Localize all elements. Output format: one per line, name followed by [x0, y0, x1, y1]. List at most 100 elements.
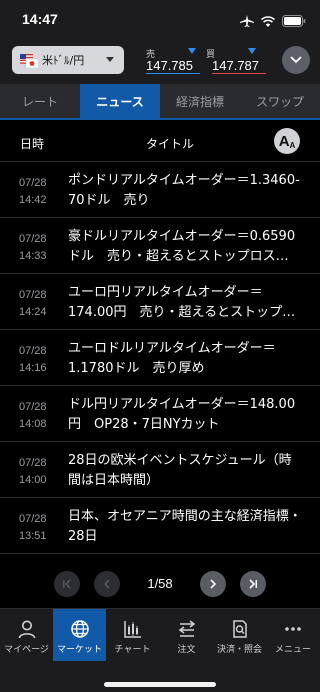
news-datetime: 07/28 14:33 — [19, 231, 47, 265]
news-datetime: 07/28 14:24 — [19, 287, 47, 321]
tab-economic-indicators[interactable]: 経済指標 — [160, 84, 240, 118]
tab-news[interactable]: ニュース — [80, 84, 160, 118]
nav-label: マイページ — [4, 645, 49, 655]
news-time: 14:00 — [19, 474, 47, 486]
nav-label: 注文 — [177, 645, 196, 655]
nav-label: マーケット — [56, 645, 102, 655]
news-date: 07/28 — [19, 345, 47, 357]
news-item[interactable]: 07/28 14:16 ユーロドルリアルタイムオーダー＝1.1780ドル 売り厚め — [0, 330, 320, 386]
tab-label: 経済指標 — [175, 94, 224, 109]
nav-chart[interactable]: チャート — [106, 609, 159, 661]
font-size-button[interactable]: AA — [274, 128, 300, 154]
expand-header-button[interactable] — [282, 46, 310, 74]
news-item[interactable]: 07/28 14:24 ユーロ円リアルタイムオーダー＝174.00円 売り・超える… — [0, 274, 320, 330]
news-title: 28日の欧米イベントスケジュール（時間は日本時間） — [68, 453, 292, 488]
chevron-left-icon — [103, 579, 110, 589]
news-item[interactable]: 07/28 14:08 ドル円リアルタイムオーダー＝148.00円 OP28・7日… — [0, 386, 320, 442]
news-time: 13:51 — [19, 530, 47, 542]
tab-label: スワップ — [255, 94, 304, 109]
news-date: 07/28 — [19, 289, 47, 301]
news-time: 14:24 — [19, 306, 47, 318]
news-item[interactable]: 07/28 14:00 28日の欧米イベントスケジュール（時間は日本時間） — [0, 442, 320, 498]
ask-price-block: 買 147.787 — [206, 42, 266, 78]
chevron-down-icon — [106, 57, 114, 62]
first-page-icon — [63, 579, 71, 589]
pagination: 1/58 — [0, 562, 320, 608]
news-datetime: 07/28 14:42 — [19, 175, 47, 209]
prev-page-button[interactable] — [94, 571, 120, 597]
font-size-small-icon: A — [289, 141, 296, 150]
tab-label: ニュース — [96, 94, 144, 109]
document-search-icon — [232, 620, 247, 638]
more-icon — [285, 627, 301, 631]
airplane-icon — [240, 12, 254, 31]
news-date: 07/28 — [19, 401, 47, 413]
currency-pair-select[interactable]: 米ﾄﾞﾙ/円 — [12, 46, 124, 74]
column-header-date: 日時 — [20, 137, 45, 151]
chevron-right-icon — [210, 579, 217, 589]
news-date: 07/28 — [19, 457, 47, 469]
bid-price: 147.785 — [146, 58, 200, 74]
news-datetime: 07/28 14:08 — [19, 399, 47, 433]
market-tabs: レート ニュース 経済指標 スワップ — [0, 84, 320, 120]
battery-icon — [282, 12, 306, 31]
person-icon — [18, 620, 35, 639]
news-time: 14:16 — [19, 362, 47, 374]
order-icon — [178, 620, 195, 637]
nav-market[interactable]: マーケット — [53, 609, 106, 661]
ask-price: 147.787 — [212, 58, 266, 74]
chevron-down-icon — [290, 56, 302, 64]
status-time: 14:47 — [22, 11, 58, 27]
tab-rate[interactable]: レート — [0, 84, 80, 118]
news-table-header: 日時 タイトル AA — [0, 122, 320, 162]
us-jp-flag-icon — [20, 53, 39, 69]
nav-label: チャート — [114, 645, 151, 655]
news-list: 07/28 14:42 ポンドリアルタイムオーダー＝1.3460-70ドル 売り … — [0, 162, 320, 562]
nav-label: メニュー — [274, 645, 311, 655]
next-page-button[interactable] — [200, 571, 226, 597]
news-datetime: 07/28 14:00 — [19, 455, 47, 489]
tab-swap[interactable]: スワップ — [240, 84, 320, 118]
status-bar: 14:47 — [0, 0, 320, 38]
bid-down-arrow-icon — [188, 48, 196, 54]
news-title: 日本、オセアニア時間の主な経済指標・28日 — [68, 509, 302, 544]
page-indicator: 1/58 — [147, 576, 173, 591]
nav-menu[interactable]: メニュー — [266, 609, 320, 661]
news-time: 14:42 — [19, 194, 47, 206]
chart-icon — [123, 621, 141, 638]
news-time: 14:08 — [19, 418, 47, 430]
bid-price-block: 売 147.785 — [146, 42, 200, 78]
nav-mypage[interactable]: マイページ — [0, 609, 53, 661]
home-indicator — [104, 682, 216, 687]
news-item[interactable]: 07/28 14:33 豪ドルリアルタイムオーダー＝0.6590ドル 売り・超える… — [0, 218, 320, 274]
first-page-button[interactable] — [54, 571, 80, 597]
ask-down-arrow-icon — [248, 48, 256, 54]
news-date: 07/28 — [19, 513, 47, 525]
news-date: 07/28 — [19, 177, 47, 189]
bottom-navigation: マイページ マーケット チャート 注文 決済・照会 メニュー — [0, 608, 320, 692]
column-header-title: タイトル — [146, 137, 195, 151]
currency-pair-label: 米ﾄﾞﾙ/円 — [42, 54, 85, 67]
nav-label: 決済・照会 — [216, 645, 262, 655]
news-item[interactable]: 07/28 14:42 ポンドリアルタイムオーダー＝1.3460-70ドル 売り — [0, 162, 320, 218]
last-page-icon — [249, 579, 257, 589]
news-title: ドル円リアルタイムオーダー＝148.00円 OP28・7日NYカット — [68, 397, 296, 432]
news-title: ユーロ円リアルタイムオーダー＝174.00円 売り・超えるとストップ… — [68, 285, 296, 320]
news-title: ポンドリアルタイムオーダー＝1.3460-70ドル 売り — [68, 173, 300, 208]
news-datetime: 07/28 13:51 — [19, 511, 47, 545]
wifi-icon — [260, 12, 276, 31]
news-date: 07/28 — [19, 233, 47, 245]
font-size-icon: A — [278, 132, 290, 150]
tab-label: レート — [21, 94, 58, 109]
nav-order[interactable]: 注文 — [160, 609, 213, 661]
last-page-button[interactable] — [240, 571, 266, 597]
rate-header: 米ﾄﾞﾙ/円 売 147.785 買 147.787 — [0, 38, 320, 84]
status-icons — [240, 12, 306, 31]
news-title: 豪ドルリアルタイムオーダー＝0.6590ドル 売り・超えるとストップロス… — [68, 229, 296, 264]
globe-icon — [70, 620, 89, 638]
news-title: ユーロドルリアルタイムオーダー＝1.1780ドル 売り厚め — [68, 341, 276, 376]
nav-settlement-inquiry[interactable]: 決済・照会 — [213, 609, 266, 661]
news-datetime: 07/28 14:16 — [19, 343, 47, 377]
news-item[interactable]: 07/28 13:51 日本、オセアニア時間の主な経済指標・28日 — [0, 498, 320, 554]
news-time: 14:33 — [19, 250, 47, 262]
